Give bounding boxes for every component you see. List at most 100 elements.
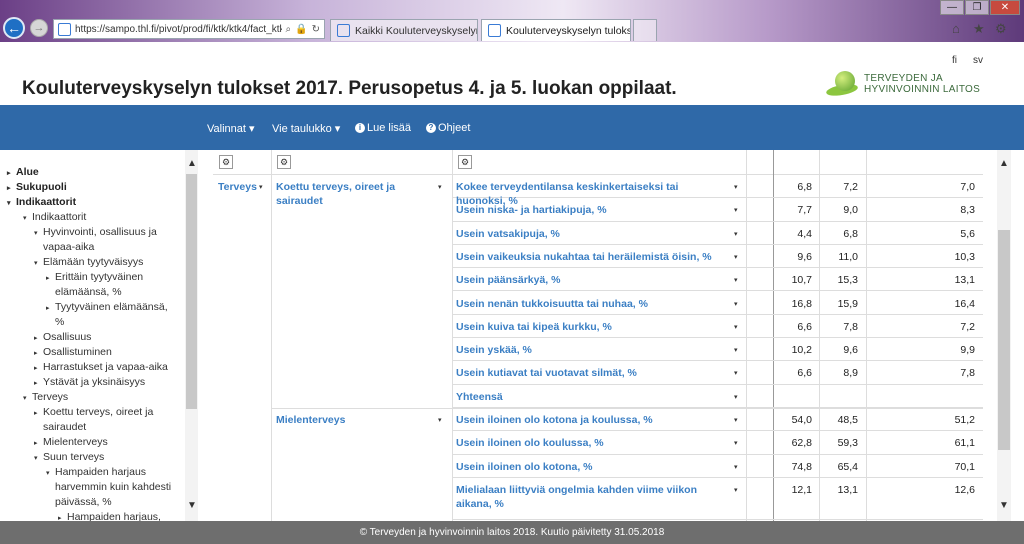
forward-arrow-icon[interactable]: →: [30, 19, 48, 37]
table-scrollbar-thumb[interactable]: [998, 230, 1010, 450]
address-url[interactable]: https://sampo.thl.fi/pivot/prod/fi/ktk/k…: [75, 24, 282, 35]
caret-down-icon[interactable]: ▾: [23, 391, 32, 406]
tree-node[interactable]: ▾ Elämään tyytyväisyys: [34, 255, 143, 271]
caret-down-icon[interactable]: ▾: [46, 466, 55, 481]
row-header-mielenterveys[interactable]: Mielenterveys: [276, 413, 426, 427]
tree-node[interactable]: ▸ Koettu terveys, oireet ja: [34, 405, 153, 421]
caret-right-icon[interactable]: ▸: [34, 361, 43, 376]
dropdown-caret-icon[interactable]: ▾: [734, 393, 738, 401]
row-label[interactable]: Mielialaan liittyviä ongelmia kahden vii…: [456, 483, 728, 511]
tree-node[interactable]: ▸ Alue: [7, 165, 39, 181]
tree-node[interactable]: ▸ Hampaiden harjaus,: [58, 510, 161, 521]
caret-right-icon[interactable]: ▸: [46, 301, 55, 316]
window-close-button[interactable]: ✕: [990, 0, 1020, 15]
caret-down-icon[interactable]: ▾: [7, 196, 16, 211]
dropdown-caret-icon[interactable]: ▾: [734, 276, 738, 284]
caret-right-icon[interactable]: ▸: [7, 181, 16, 196]
tree-node[interactable]: ▾ Indikaattorit: [23, 210, 86, 226]
column-settings-gear-icon[interactable]: ⚙: [219, 155, 233, 169]
dropdown-caret-icon[interactable]: ▾: [438, 416, 442, 424]
caret-right-icon[interactable]: ▸: [34, 406, 43, 421]
tree-node[interactable]: ▸ Ystävät ja yksinäisyys: [34, 375, 145, 391]
tree-node[interactable]: ▾ Suun terveys: [34, 450, 104, 466]
caret-right-icon[interactable]: ▸: [34, 346, 43, 361]
nav-vie-taulukko[interactable]: Vie taulukko ▾: [272, 122, 340, 135]
nav-valinnat[interactable]: Valinnat ▾: [207, 122, 255, 135]
row-label[interactable]: Usein vaikeuksia nukahtaa tai heräilemis…: [456, 250, 728, 264]
browser-tab-1[interactable]: Kaikki Kouluterveyskyselyn tul...: [330, 19, 478, 41]
row-label[interactable]: Usein iloinen olo kotona ja koulussa, %: [456, 413, 728, 427]
caret-right-icon[interactable]: ▸: [34, 331, 43, 346]
row-label[interactable]: Usein yskää, %: [456, 343, 728, 357]
caret-down-icon[interactable]: ▾: [34, 451, 43, 466]
caret-right-icon[interactable]: ▸: [7, 166, 16, 181]
dropdown-caret-icon[interactable]: ▾: [438, 183, 442, 191]
caret-down-icon[interactable]: ▾: [34, 256, 43, 271]
browser-tab-2[interactable]: Kouluterveyskyselyn tuloks... ✕: [481, 19, 631, 41]
tree-node[interactable]: ▸ Erittäin tyytyväinen: [46, 270, 143, 286]
language-fi-link[interactable]: fi: [952, 55, 957, 66]
dropdown-caret-icon[interactable]: ▾: [734, 416, 738, 424]
row-label[interactable]: Usein vatsakipuja, %: [456, 227, 728, 241]
dropdown-caret-icon[interactable]: ▾: [734, 323, 738, 331]
row-label[interactable]: Usein iloinen olo kotona, %: [456, 460, 728, 474]
settings-gear-icon[interactable]: ⚙: [995, 21, 1007, 37]
tree-node[interactable]: ▸ Sukupuoli: [7, 180, 67, 196]
tree-node[interactable]: ▸ Harrastukset ja vapaa-aika: [34, 360, 168, 376]
dropdown-caret-icon[interactable]: ▾: [734, 346, 738, 354]
dropdown-caret-icon[interactable]: ▾: [734, 486, 738, 494]
caret-down-icon[interactable]: ▾: [23, 211, 32, 226]
caret-right-icon[interactable]: ▸: [46, 271, 55, 286]
refresh-icon[interactable]: ↻: [312, 24, 320, 35]
caret-right-icon[interactable]: ▸: [58, 511, 67, 521]
caret-down-icon[interactable]: ▾: [34, 226, 43, 241]
sidebar-scroll-down-icon[interactable]: ▼: [187, 500, 197, 511]
tree-node[interactable]: ▾ Indikaattorit: [7, 195, 76, 211]
back-arrow-icon[interactable]: ←: [3, 17, 25, 39]
row-header-terveys[interactable]: Terveys: [218, 180, 263, 194]
address-bar[interactable]: https://sampo.thl.fi/pivot/prod/fi/ktk/k…: [53, 19, 325, 39]
tree-node[interactable]: ▸ Osallisuus: [34, 330, 91, 346]
caret-right-icon[interactable]: ▸: [34, 436, 43, 451]
search-icon[interactable]: ⌕: [286, 24, 292, 35]
thl-logo[interactable]: TERVEYDEN JA HYVINVOINNIN LAITOS: [825, 71, 980, 98]
dropdown-caret-icon[interactable]: ▾: [734, 253, 738, 261]
lock-icon[interactable]: 🔒: [295, 24, 307, 35]
window-maximize-button[interactable]: ❐: [965, 0, 989, 15]
sidebar-scrollbar-thumb[interactable]: [186, 174, 197, 409]
column-settings-gear-icon[interactable]: ⚙: [458, 155, 472, 169]
tree-node[interactable]: ▸ Osallistuminen: [34, 345, 112, 361]
dropdown-caret-icon[interactable]: ▾: [259, 183, 263, 191]
row-label[interactable]: Usein kutiavat tai vuotavat silmät, %: [456, 366, 728, 380]
caret-right-icon[interactable]: ▸: [34, 376, 43, 391]
row-label[interactable]: Usein nenän tukkoisuutta tai nuhaa, %: [456, 297, 728, 311]
tree-node[interactable]: ▾ Hyvinvointi, osallisuus ja: [34, 225, 157, 241]
tree-node[interactable]: ▾ Hampaiden harjaus: [46, 465, 146, 481]
nav-lue-lisaa[interactable]: i Lue lisää: [355, 122, 411, 134]
dropdown-caret-icon[interactable]: ▾: [734, 300, 738, 308]
dropdown-caret-icon[interactable]: ▾: [734, 230, 738, 238]
row-label[interactable]: Usein kuiva tai kipeä kurkku, %: [456, 320, 728, 334]
row-label[interactable]: Usein iloinen olo koulussa, %: [456, 436, 728, 450]
row-label[interactable]: Usein päänsärkyä, %: [456, 273, 728, 287]
tree-node[interactable]: ▾ Terveys: [23, 390, 68, 406]
table-scroll-down-icon[interactable]: ▼: [999, 500, 1009, 511]
language-sv-link[interactable]: sv: [973, 55, 983, 66]
dropdown-caret-icon[interactable]: ▾: [734, 463, 738, 471]
dropdown-caret-icon[interactable]: ▾: [734, 439, 738, 447]
row-header-koettu-terveys[interactable]: Koettu terveys, oireet ja sairaudet: [276, 180, 426, 208]
tree-node[interactable]: ▸ Tyytyväinen elämäänsä,: [46, 300, 168, 316]
dropdown-caret-icon[interactable]: ▾: [734, 206, 738, 214]
column-settings-gear-icon[interactable]: ⚙: [277, 155, 291, 169]
window-minimize-button[interactable]: —: [940, 0, 964, 15]
home-icon[interactable]: ⌂: [952, 21, 960, 36]
nav-ohjeet[interactable]: ? Ohjeet: [426, 122, 470, 134]
dropdown-caret-icon[interactable]: ▾: [734, 183, 738, 191]
sidebar-scroll-up-icon[interactable]: ▲: [187, 158, 197, 169]
row-label[interactable]: Usein niska- ja hartiakipuja, %: [456, 203, 728, 217]
table-scroll-up-icon[interactable]: ▲: [999, 158, 1009, 169]
star-icon[interactable]: ★: [973, 21, 985, 37]
new-tab-button[interactable]: [633, 19, 657, 41]
dropdown-caret-icon[interactable]: ▾: [734, 369, 738, 377]
tree-node[interactable]: ▸ Mielenterveys: [34, 435, 108, 451]
